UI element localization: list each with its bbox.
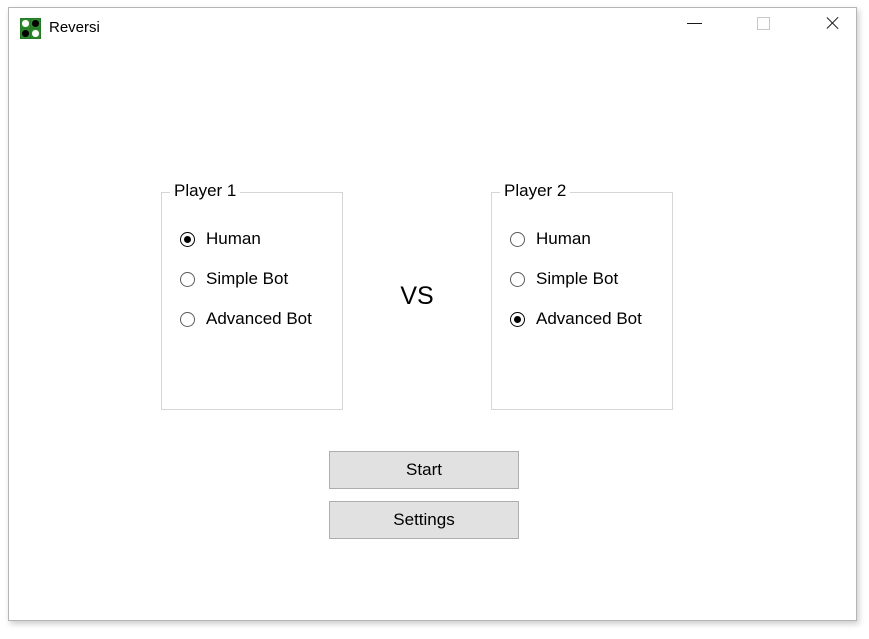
player2-option-advanced-bot[interactable]: Advanced Bot xyxy=(510,299,668,339)
window-title: Reversi xyxy=(49,19,100,36)
radio-icon-unselected[interactable] xyxy=(180,311,195,327)
player2-group-title: Player 2 xyxy=(500,181,571,201)
icon-cell-bottom-left xyxy=(21,29,30,38)
radio-icon-selected[interactable] xyxy=(180,231,195,247)
icon-cell-top-left xyxy=(21,19,30,28)
icon-cell-top-right xyxy=(31,19,40,28)
player1-option-label: Simple Bot xyxy=(206,269,289,288)
settings-button[interactable]: Settings xyxy=(329,501,519,539)
reversi-application-window: Reversi Player 1 Human Simple Bot Advanc… xyxy=(8,7,857,621)
player1-option-label: Advanced Bot xyxy=(206,309,312,328)
player1-option-human[interactable]: Human xyxy=(180,219,338,259)
maximize-button[interactable] xyxy=(740,8,786,38)
title-bar: Reversi xyxy=(9,8,856,48)
player1-option-simple-bot[interactable]: Simple Bot xyxy=(180,259,338,299)
radio-icon-unselected[interactable] xyxy=(510,271,525,287)
player2-option-human[interactable]: Human xyxy=(510,219,668,259)
desktop-backdrop: Reversi Player 1 Human Simple Bot Advanc… xyxy=(0,0,869,639)
player2-groupbox: Player 2 Human Simple Bot Advanced Bot xyxy=(491,181,673,410)
player2-radio-group: Human Simple Bot Advanced Bot xyxy=(510,219,668,339)
icon-disc-black xyxy=(22,30,29,37)
radio-icon-unselected[interactable] xyxy=(510,231,525,247)
maximize-icon xyxy=(756,16,770,30)
player1-option-label: Human xyxy=(206,229,261,248)
player1-radio-group: Human Simple Bot Advanced Bot xyxy=(180,219,338,339)
player2-option-label: Simple Bot xyxy=(536,269,619,288)
player2-option-label: Advanced Bot xyxy=(536,309,642,328)
minimize-button[interactable] xyxy=(671,8,717,38)
icon-disc-black xyxy=(32,20,39,27)
player1-option-advanced-bot[interactable]: Advanced Bot xyxy=(180,299,338,339)
icon-disc-white xyxy=(32,30,39,37)
player1-groupbox: Player 1 Human Simple Bot Advanced Bot xyxy=(161,181,343,410)
radio-icon-unselected[interactable] xyxy=(180,271,195,287)
radio-icon-selected[interactable] xyxy=(510,311,525,327)
reversi-board-icon xyxy=(20,18,41,39)
icon-cell-bottom-right xyxy=(31,29,40,38)
player2-option-label: Human xyxy=(536,229,591,248)
client-area: Player 1 Human Simple Bot Advanced Bot V… xyxy=(9,48,856,620)
versus-label: VS xyxy=(400,282,434,310)
minimize-icon xyxy=(686,22,702,24)
icon-disc-white xyxy=(22,20,29,27)
start-button[interactable]: Start xyxy=(329,451,519,489)
close-icon xyxy=(824,15,840,31)
close-button[interactable] xyxy=(809,8,855,38)
player1-group-title: Player 1 xyxy=(170,181,241,201)
player2-option-simple-bot[interactable]: Simple Bot xyxy=(510,259,668,299)
